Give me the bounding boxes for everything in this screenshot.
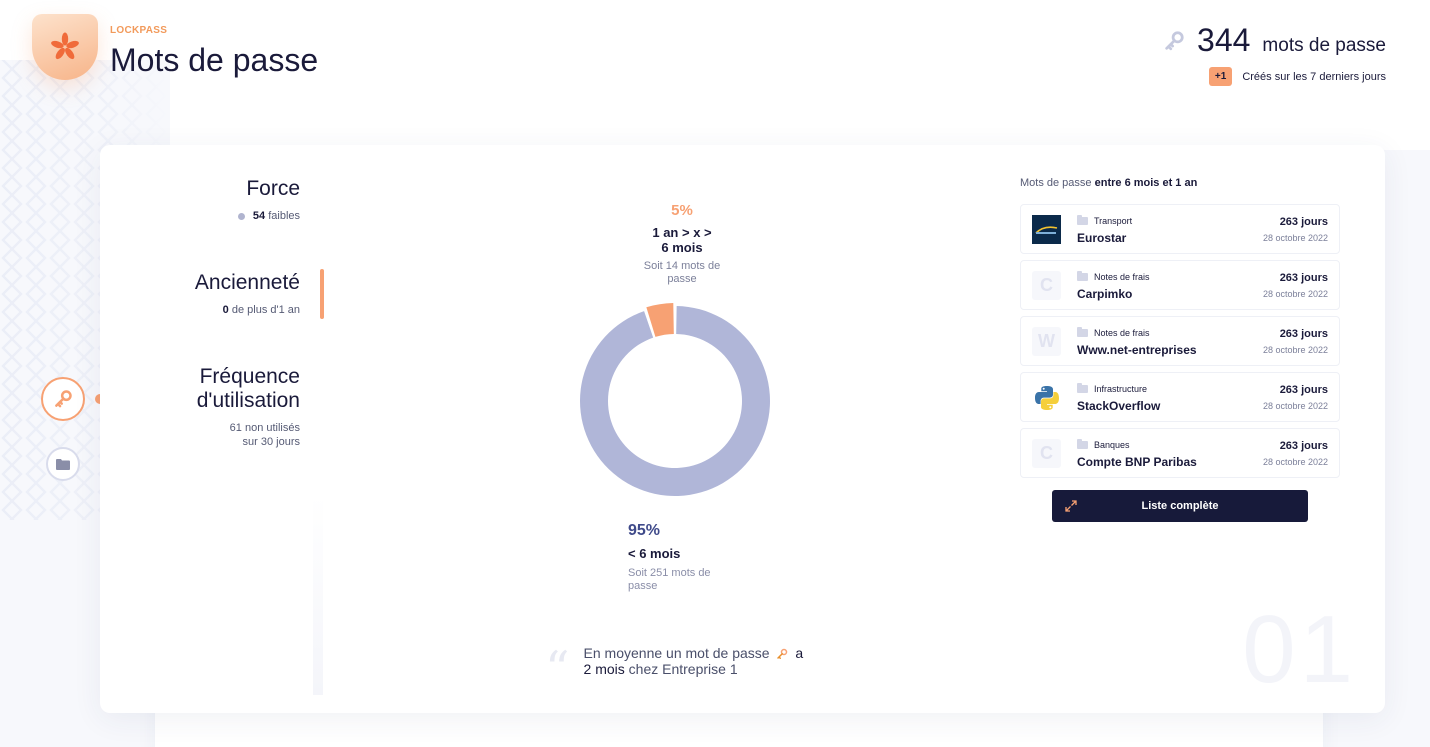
slice-recent-sub-2: passe <box>628 580 658 592</box>
row-date: 28 octobre 2022 <box>1262 457 1328 467</box>
slice-old-name-2: 6 mois <box>661 240 703 255</box>
menu-force-title: Force <box>246 177 300 200</box>
asterisk-icon <box>51 32 79 60</box>
folder-icon <box>1077 215 1088 225</box>
nav-passwords-button[interactable] <box>41 377 85 421</box>
slice-recent-sub-1: Soit 251 mots de <box>628 567 711 579</box>
row-category: Infrastructure <box>1094 384 1148 394</box>
menu-frequence-title-1: Fréquence <box>199 365 300 388</box>
slice-old-name-1: 1 an > x > <box>652 225 712 240</box>
menu-anciennete-label: de plus d'1 an <box>231 304 300 316</box>
page-title: Mots de passe <box>110 42 319 78</box>
full-list-button[interactable]: Liste complète <box>1052 490 1308 522</box>
donut-svg <box>580 303 770 496</box>
row-days: 263 jours <box>1279 440 1328 452</box>
created-text: Créés sur les 7 derniers jours <box>1242 70 1386 83</box>
folder-icon <box>1077 439 1088 449</box>
menu-anciennete-title: Ancienneté <box>194 271 300 294</box>
donut-slice-1 <box>580 306 770 496</box>
row-date: 28 octobre 2022 <box>1262 289 1328 299</box>
menu-anciennete[interactable]: Ancienneté 0 de plus d'1 an <box>195 271 300 317</box>
list-item[interactable]: W Notes de frais Www.net-entreprises 263… <box>1020 316 1340 366</box>
quote-part1: En moyenne un mot de passe <box>583 645 770 661</box>
menu-frequence-line1: 61 non utilisés <box>229 422 300 434</box>
password-list: Mots de passe entre 6 mois et 1 an Trans… <box>1020 177 1340 522</box>
list-item[interactable]: C Banques Compte BNP Paribas 263 jours 2… <box>1020 428 1340 478</box>
slice-recent-percent: 95% <box>628 522 661 539</box>
list-item[interactable]: C Notes de frais Carpimko 263 jours 28 o… <box>1020 260 1340 310</box>
eurostar-logo-icon <box>1032 215 1061 244</box>
lockpass-logo <box>32 14 98 80</box>
expand-icon <box>1065 500 1077 512</box>
row-name: Carpimko <box>1077 287 1133 301</box>
folder-icon <box>1077 327 1088 337</box>
grey-dot-icon <box>237 212 245 220</box>
list-item[interactable]: Transport Eurostar 263 jours 28 octobre … <box>1020 204 1340 254</box>
row-name: Eurostar <box>1077 231 1127 245</box>
nav-folders-button[interactable] <box>46 447 80 481</box>
new-count-badge: +1 <box>1208 67 1233 86</box>
key-icon <box>55 390 72 408</box>
row-category: Notes de frais <box>1094 272 1150 282</box>
row-name: StackOverflow <box>1077 399 1161 413</box>
active-menu-bar <box>320 269 324 319</box>
folder-icon <box>1077 271 1088 281</box>
background-number: 01 <box>1242 596 1357 703</box>
python-logo-icon <box>1032 383 1061 412</box>
average-quote: “ En moyenne un mot de passe a 2 mois ch… <box>545 641 804 697</box>
menu-frequence[interactable]: Fréquence d'utilisation 61 non utilisés su… <box>197 365 300 449</box>
quote-part2: a <box>795 645 804 661</box>
row-date: 28 octobre 2022 <box>1262 345 1328 355</box>
row-days: 263 jours <box>1279 384 1328 396</box>
password-count: 344 <box>1197 22 1251 58</box>
key-icon <box>1165 30 1184 50</box>
quote-part3: chez Entreprise 1 <box>628 661 738 677</box>
full-list-label: Liste complète <box>1141 500 1219 512</box>
letter-avatar: C <box>1032 439 1061 468</box>
list-head-prefix: Mots de passe <box>1020 177 1092 189</box>
folder-icon <box>1077 383 1088 393</box>
menu-frequence-title-2: d'utilisation <box>196 389 300 412</box>
quote-mark-icon: “ <box>545 641 570 697</box>
row-name: Www.net-entreprises <box>1077 343 1197 357</box>
slice-old-percent: 5% <box>671 202 693 219</box>
row-category: Banques <box>1094 440 1130 450</box>
menu-force-label: faibles <box>268 210 300 222</box>
menu-frequence-line2: sur 30 jours <box>242 436 300 448</box>
age-donut-chart: 5% 1 an > x >6 mois Soit 14 mots de passe… <box>530 190 830 610</box>
stats-card: 01 Force 54 faibles Ancienneté 0 de plus… <box>100 145 1385 713</box>
password-count-summary: 344 mots de passe +1 Créés sur les 7 der… <box>1163 22 1386 86</box>
menu-anciennete-count: 0 <box>222 304 229 316</box>
brand-label: LOCKPASS <box>110 25 168 36</box>
slice-recent-name: < 6 mois <box>628 546 681 561</box>
key-icon <box>777 649 788 660</box>
quote-value: 2 mois <box>583 661 625 677</box>
menu-force[interactable]: Force 54 faibles <box>237 177 300 223</box>
password-count-label: mots de passe <box>1262 35 1386 56</box>
folder-icon <box>56 459 70 470</box>
row-category: Transport <box>1094 216 1133 226</box>
row-days: 263 jours <box>1279 272 1328 284</box>
row-days: 263 jours <box>1279 216 1328 228</box>
letter-avatar: C <box>1032 271 1061 300</box>
slice-old-sub-1: Soit 14 mots de <box>643 260 721 272</box>
list-head-range: entre 6 mois et 1 an <box>1094 177 1198 189</box>
slice-label-old: 5% 1 an > x >6 mois Soit 14 mots de passe <box>602 202 762 286</box>
row-name: Compte BNP Paribas <box>1077 455 1197 469</box>
row-date: 28 octobre 2022 <box>1262 401 1328 411</box>
slice-old-sub-2: passe <box>667 273 697 285</box>
divider <box>313 495 323 695</box>
menu-force-count: 54 <box>252 210 266 222</box>
slice-label-recent: 95% < 6 mois Soit 251 mots de passe <box>628 522 738 593</box>
row-days: 263 jours <box>1279 328 1328 340</box>
row-date: 28 octobre 2022 <box>1262 233 1328 243</box>
row-category: Notes de frais <box>1094 328 1150 338</box>
letter-avatar: W <box>1032 327 1061 356</box>
stats-menu: Force 54 faibles Ancienneté 0 de plus d'… <box>100 145 330 713</box>
list-item[interactable]: Infrastructure StackOverflow 263 jours 2… <box>1020 372 1340 422</box>
